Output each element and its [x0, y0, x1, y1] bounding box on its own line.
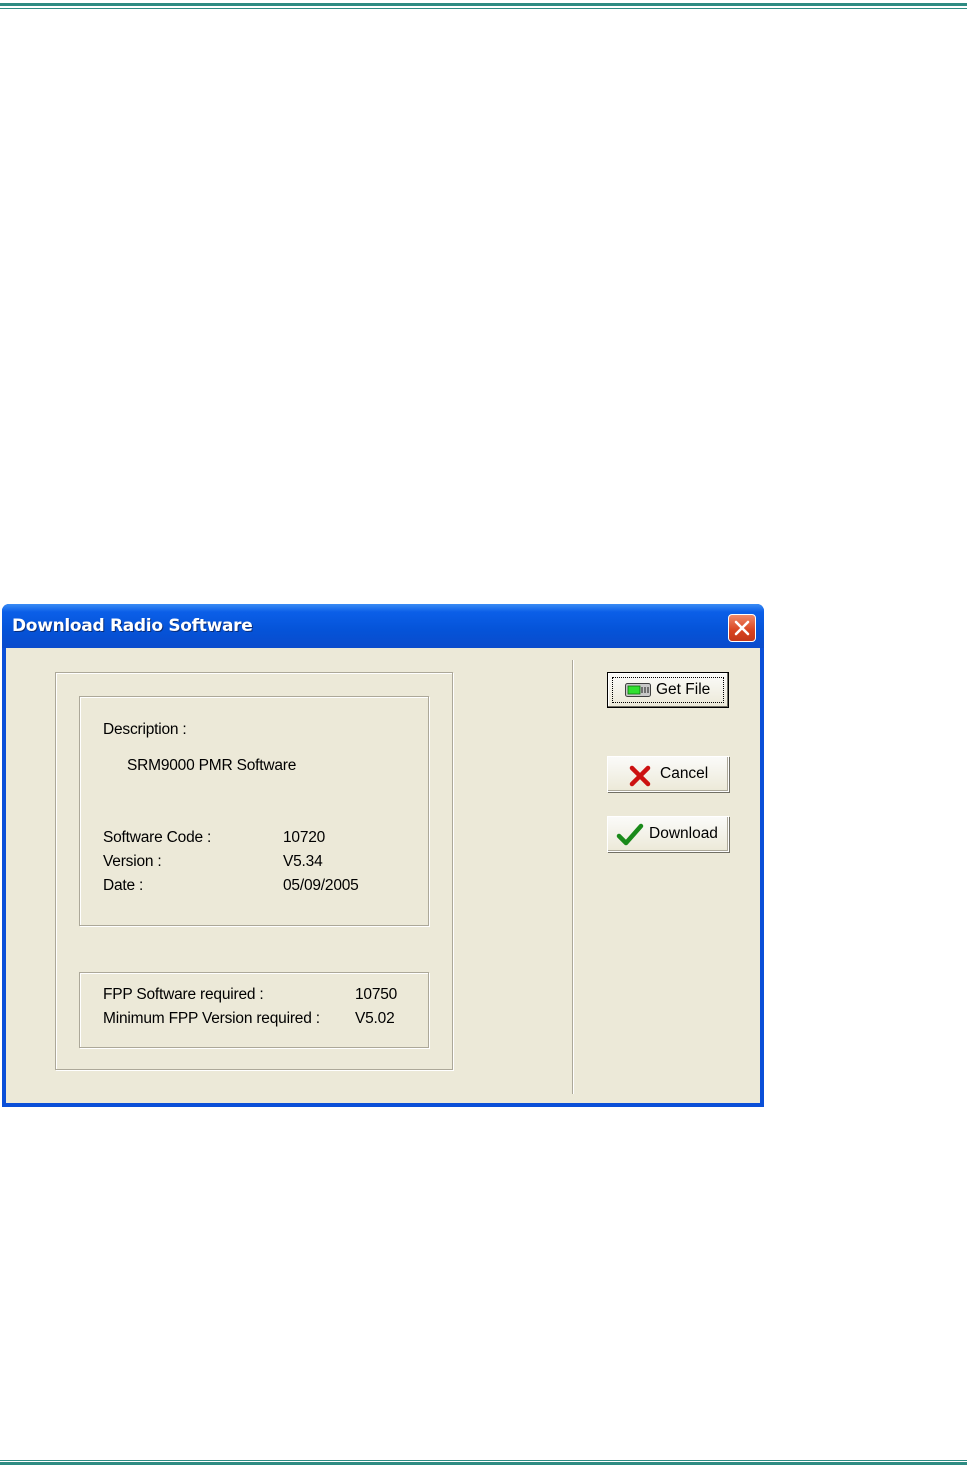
page-header-rule: [0, 3, 967, 10]
green-check-icon: [616, 823, 644, 846]
fpp-software-required-value: 10750: [355, 986, 398, 1003]
software-code-label: Software Code :: [103, 829, 212, 846]
dialog-client-area: Description : SRM9000 PMR Software Softw…: [6, 648, 760, 1103]
fpp-requirements-group: FPP Software required : 10750 Minimum FP…: [79, 972, 429, 1048]
get-file-button[interactable]: Get File: [607, 672, 729, 708]
vertical-separator: [572, 660, 573, 1094]
version-value: V5.34: [283, 853, 323, 870]
description-label: Description :: [103, 721, 187, 738]
get-file-label: Get File: [656, 681, 711, 698]
software-code-value: 10720: [283, 829, 326, 846]
cancel-label: Cancel: [660, 765, 709, 782]
download-button[interactable]: Download: [607, 816, 729, 852]
date-value: 05/09/2005: [283, 877, 359, 894]
red-x-icon: [629, 765, 651, 787]
min-fpp-version-value: V5.02: [355, 1010, 395, 1027]
title-bar[interactable]: Download Radio Software: [2, 604, 764, 648]
download-label: Download: [649, 825, 718, 842]
fpp-software-required-label: FPP Software required :: [103, 986, 264, 1003]
min-fpp-version-label: Minimum FPP Version required :: [103, 1010, 320, 1027]
version-label: Version :: [103, 853, 162, 870]
close-button[interactable]: [728, 614, 756, 642]
page-footer-rule: [0, 1460, 967, 1467]
cancel-button[interactable]: Cancel: [607, 756, 729, 792]
description-value: SRM9000 PMR Software: [127, 757, 297, 774]
date-label: Date :: [103, 877, 144, 894]
close-icon: [734, 620, 750, 636]
dialog-title: Download Radio Software: [12, 616, 253, 636]
file-icon: [625, 683, 651, 697]
download-radio-software-dialog: Download Radio Software Description : SR…: [2, 604, 764, 1107]
software-info-group: Description : SRM9000 PMR Software Softw…: [79, 696, 429, 926]
